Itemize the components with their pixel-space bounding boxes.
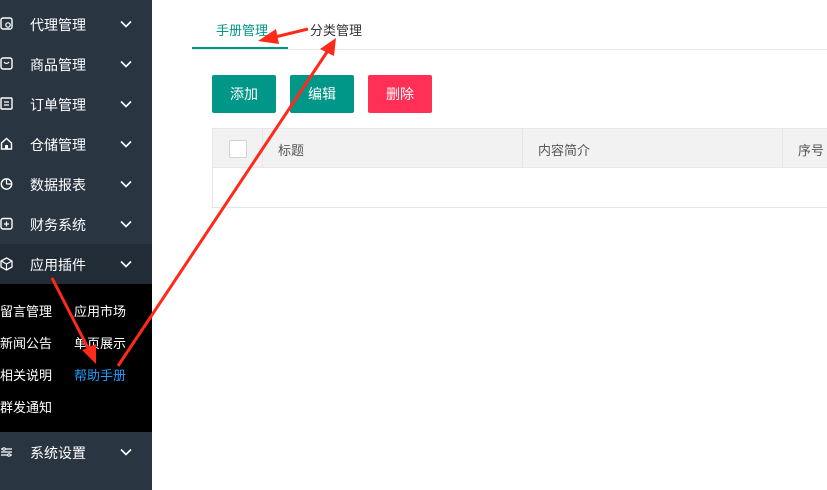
plugin-submenu: 留言管理 应用市场 新闻公告 单页展示 相关说明 帮助手册 群发通知: [0, 284, 152, 432]
warehouse-icon: [0, 137, 13, 150]
nav-item-warehouse[interactable]: 仓储管理: [0, 124, 152, 164]
nav-item-settings[interactable]: 系统设置: [0, 432, 152, 472]
column-header-order: 序号: [798, 144, 825, 159]
submenu-item-broadcast[interactable]: 群发通知: [0, 397, 52, 416]
table-body: [213, 169, 827, 208]
tab-manual-management[interactable]: 手册管理: [216, 20, 268, 39]
goods-icon: [0, 57, 13, 70]
submenu-item-help-manual[interactable]: 帮助手册: [74, 365, 126, 384]
agent-icon: [0, 17, 13, 30]
settings-icon: [1, 447, 12, 457]
nav-item-agent[interactable]: 代理管理: [0, 4, 152, 44]
submenu-item-messages[interactable]: 留言管理: [0, 301, 52, 320]
chevron-down-icon: [120, 60, 132, 68]
chevron-down-icon: [120, 180, 132, 188]
report-icon: [0, 178, 13, 190]
nav-item-plugin[interactable]: 应用插件: [0, 244, 152, 284]
tab-category-management[interactable]: 分类管理: [310, 20, 362, 39]
column-header-summary: 内容简介: [538, 144, 591, 159]
nav-label-warehouse: 仓储管理: [30, 138, 86, 154]
column-divider: [522, 129, 523, 168]
nav-label-plugin: 应用插件: [30, 258, 86, 274]
table-header: 标题 内容简介 序号: [213, 129, 827, 168]
select-all-checkbox[interactable]: [229, 140, 247, 158]
nav-item-report[interactable]: 数据报表: [0, 164, 152, 204]
chevron-down-icon: [120, 20, 132, 28]
finance-icon: [0, 217, 13, 230]
manual-table: 标题 内容简介 序号: [212, 128, 827, 208]
chevron-down-icon: [120, 220, 132, 228]
column-header-title: 标题: [278, 144, 305, 159]
chevron-down-icon: [120, 140, 132, 148]
column-divider: [782, 129, 783, 168]
active-tab-indicator: [192, 47, 288, 49]
order-icon: [0, 97, 13, 110]
plugin-icon: [0, 257, 13, 271]
delete-button[interactable]: 删除: [368, 75, 432, 113]
submenu-item-news[interactable]: 新闻公告: [0, 333, 52, 352]
nav-label-goods: 商品管理: [30, 58, 86, 74]
submenu-item-app-market[interactable]: 应用市场: [74, 301, 126, 320]
add-button[interactable]: 添加: [212, 75, 276, 113]
nav-label-report: 数据报表: [30, 178, 86, 194]
tab-bar: 手册管理 分类管理: [192, 0, 827, 50]
nav-label-order: 订单管理: [30, 98, 86, 114]
chevron-down-icon: [120, 100, 132, 108]
submenu-item-notes[interactable]: 相关说明: [0, 365, 52, 384]
nav-label-settings: 系统设置: [30, 446, 86, 462]
column-divider: [262, 129, 263, 168]
sidebar: 代理管理 商品管理 订单管理 仓储管理 数据报表 财务系统 应用插件 留言管理 …: [0, 0, 152, 490]
nav-label-agent: 代理管理: [30, 18, 86, 34]
chevron-down-icon: [120, 448, 132, 456]
edit-button[interactable]: 编辑: [290, 75, 354, 113]
submenu-item-single-page[interactable]: 单页展示: [74, 333, 126, 352]
nav-label-finance: 财务系统: [30, 218, 86, 234]
nav-item-finance[interactable]: 财务系统: [0, 204, 152, 244]
nav-item-goods[interactable]: 商品管理: [0, 44, 152, 84]
nav-item-order[interactable]: 订单管理: [0, 84, 152, 124]
chevron-down-icon: [120, 260, 132, 268]
